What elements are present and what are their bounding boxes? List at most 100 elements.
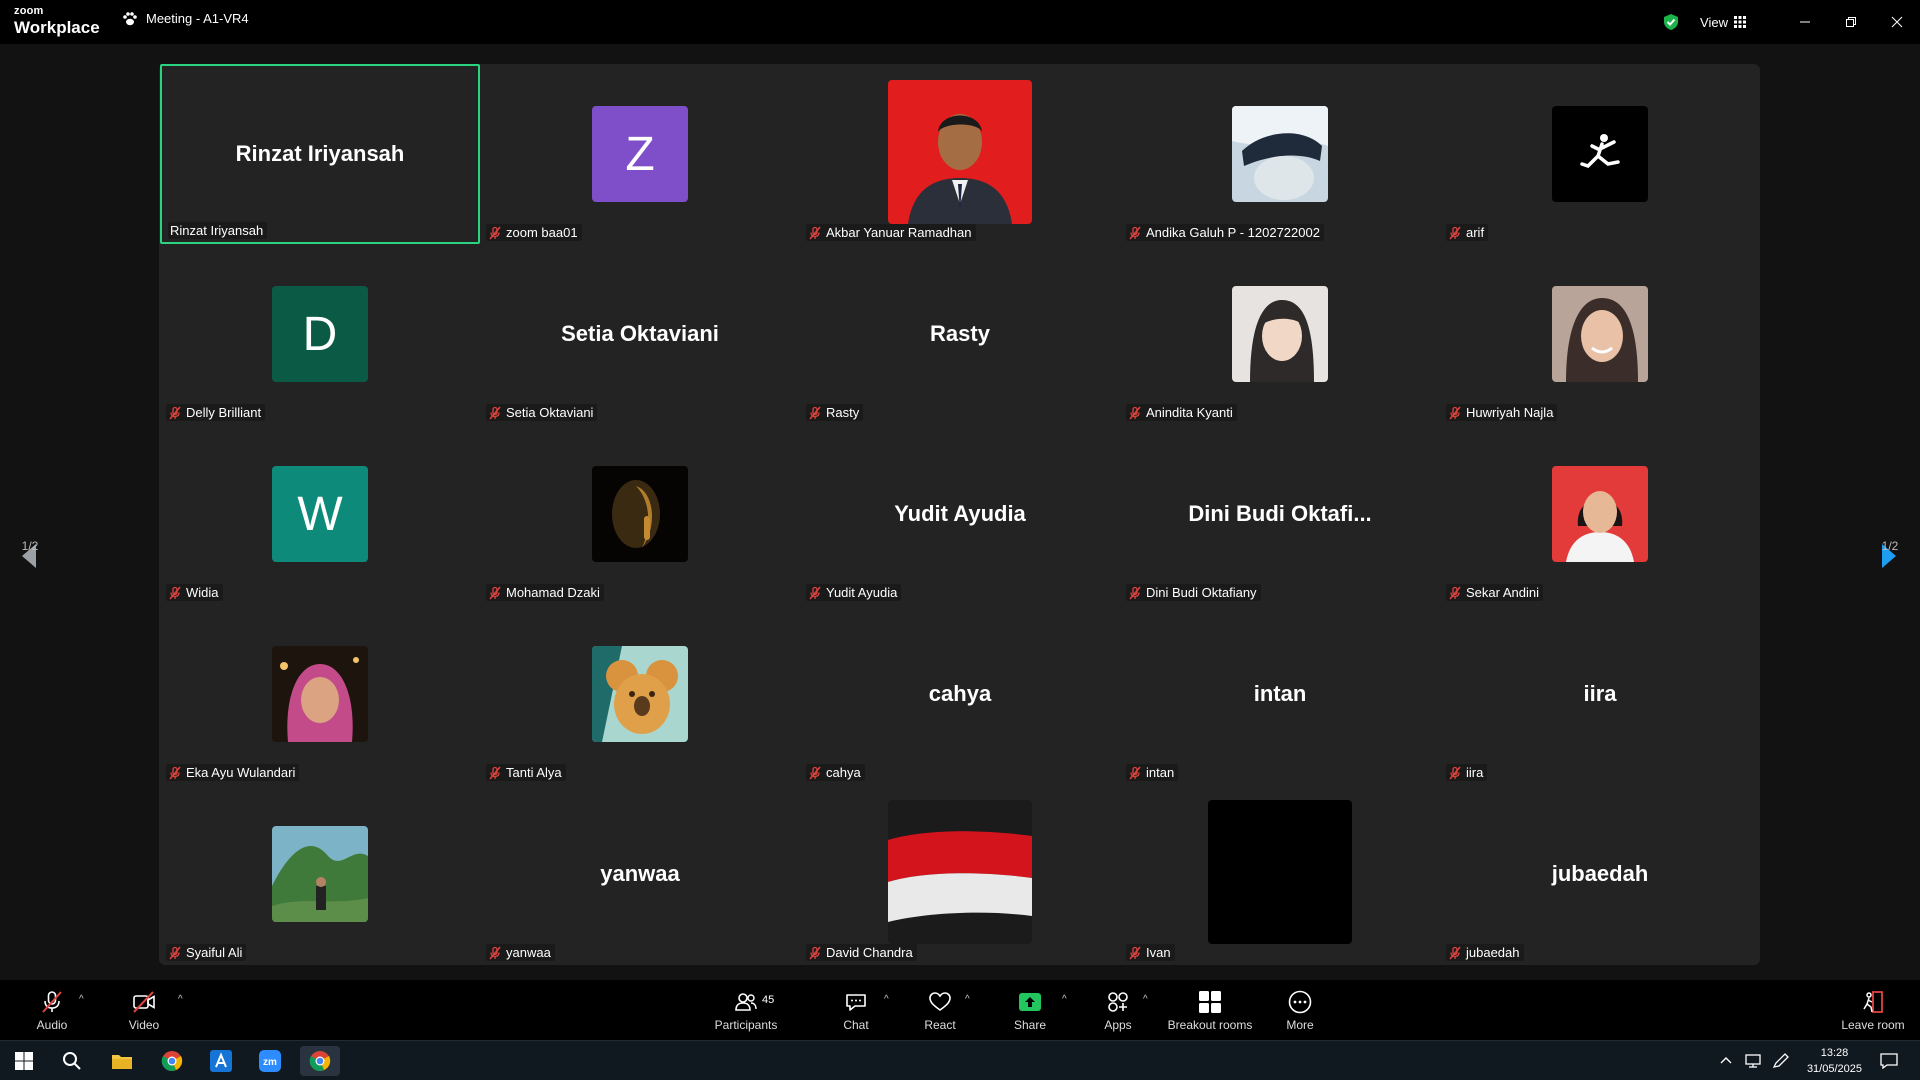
close-button[interactable] (1874, 0, 1920, 44)
participant-display-name: yanwaa (600, 861, 680, 886)
view-button[interactable]: View (1700, 15, 1746, 30)
share-screen-icon (1019, 992, 1041, 1011)
video-options-caret[interactable]: ^ (178, 994, 183, 1005)
chat-options-caret[interactable]: ^ (884, 994, 889, 1005)
participant-tile-ivan[interactable]: Ivan (1120, 784, 1440, 964)
avatar-letter: Z (625, 127, 655, 181)
mic-muted-icon (489, 946, 501, 959)
pen-icon[interactable] (1772, 1053, 1790, 1069)
start-button[interactable] (4, 1046, 44, 1076)
participant-tile-mohamad-dzaki[interactable]: Mohamad Dzaki (480, 424, 800, 604)
react-button[interactable]: React (920, 980, 960, 1040)
participant-name: Delly Brilliant (186, 405, 262, 420)
participant-name-label: intan (1126, 764, 1179, 781)
video-label: Video (128, 1017, 160, 1032)
mic-muted-icon (169, 946, 181, 959)
taskbar-app-blue[interactable] (201, 1046, 241, 1076)
breakout-rooms-button[interactable]: Breakout rooms (1165, 980, 1255, 1040)
network-icon[interactable] (1744, 1053, 1762, 1069)
app-a-icon (210, 1050, 232, 1072)
participant-name-label: Rasty (806, 404, 864, 421)
minimize-button[interactable] (1782, 0, 1828, 44)
search-icon (63, 1052, 81, 1070)
participant-tile-anindita-kyanti[interactable]: Anindita Kyanti (1120, 244, 1440, 424)
participants-button[interactable]: Participants (712, 980, 780, 1040)
brand-bottom: Workplace (14, 18, 100, 37)
participant-tile-arif[interactable]: arif (1440, 64, 1760, 244)
taskbar-chrome-active[interactable] (300, 1046, 340, 1076)
taskbar-file-explorer[interactable] (102, 1046, 142, 1076)
participant-name-label: Yudit Ayudia (806, 584, 902, 601)
apps-button[interactable]: Apps (1098, 980, 1138, 1040)
security-shield-icon[interactable] (1662, 13, 1680, 31)
participant-tile-widia[interactable]: W Widia (160, 424, 480, 604)
video-stage: Rinzat Iriyansah Rinzat Iriyansah Zzoom ba… (0, 44, 1920, 980)
mic-muted-icon (809, 766, 821, 779)
mic-muted-icon (169, 586, 181, 599)
taskbar-zoom[interactable]: zm (250, 1046, 290, 1076)
participant-name-label: Dini Budi Oktafiany (1126, 584, 1261, 601)
leave-room-label: Leave room (1841, 1017, 1905, 1032)
participant-name: iira (1466, 765, 1484, 780)
taskbar-clock[interactable]: 13:28 31/05/2025 (1807, 1045, 1862, 1077)
participant-tile-rasty[interactable]: Rasty Rasty (800, 244, 1120, 424)
participant-tile-jubaedah[interactable]: jubaedah jubaedah (1440, 784, 1760, 964)
participant-tile-sekar-andini[interactable]: Sekar Andini (1440, 424, 1760, 604)
participant-tile-akbar-yanuar-ramadhan[interactable]: Akbar Yanuar Ramadhan (800, 64, 1120, 244)
participant-name-label: Tanti Alya (486, 764, 566, 781)
taskbar-search[interactable] (52, 1046, 92, 1076)
apps-options-caret[interactable]: ^ (1143, 994, 1148, 1005)
participant-tile-intan[interactable]: intan intan (1120, 604, 1440, 784)
participant-name-label: Sekar Andini (1446, 584, 1543, 601)
participant-tile-huwriyah-najla[interactable]: Huwriyah Najla (1440, 244, 1760, 424)
avatar-letter: D (302, 307, 338, 361)
taskbar-chrome[interactable] (152, 1046, 192, 1076)
audio-button[interactable]: Audio (30, 980, 74, 1040)
tray-chevron-icon[interactable] (1720, 1055, 1732, 1065)
participant-name-label: cahya (806, 764, 865, 781)
participant-name-label: Akbar Yanuar Ramadhan (806, 224, 976, 241)
meeting-title[interactable]: Meeting - A1-VR4 (122, 11, 249, 26)
participant-tile-dini-budi-oktafiany[interactable]: Dini Budi Oktafi... Dini Budi Oktafiany (1120, 424, 1440, 604)
react-options-caret[interactable]: ^ (965, 994, 970, 1005)
restore-icon (1846, 17, 1856, 27)
participant-name: Ivan (1146, 945, 1171, 960)
share-button[interactable]: Share (1010, 980, 1050, 1040)
participant-name-label: Setia Oktaviani (486, 404, 598, 421)
page-indicator-right: 1/2 (1881, 539, 1899, 553)
participant-tile-eka-ayu-wulandari[interactable]: Eka Ayu Wulandari (160, 604, 480, 784)
participant-tile-yudit-ayudia[interactable]: Yudit Ayudia Yudit Ayudia (800, 424, 1120, 604)
participant-tile-setia-oktaviani[interactable]: Setia Oktaviani Setia Oktaviani (480, 244, 800, 424)
participant-tile-delly-brilliant[interactable]: D Delly Brilliant (160, 244, 480, 424)
participant-display-name: intan (1253, 681, 1307, 706)
participant-name-label: Andika Galuh P - 1202722002 (1126, 224, 1324, 241)
participant-name: Syaiful Ali (186, 945, 243, 960)
restore-button[interactable] (1828, 0, 1874, 44)
participant-tile-rinzat-iriyansah[interactable]: Rinzat Iriyansah Rinzat Iriyansah (160, 64, 480, 244)
mic-muted-icon (809, 406, 821, 419)
mic-muted-icon (809, 226, 821, 239)
participant-tile-david-chandra[interactable]: David Chandra (800, 784, 1120, 964)
audio-options-caret[interactable]: ^ (79, 994, 84, 1005)
video-button[interactable]: Video (122, 980, 166, 1040)
avatar-photo (272, 646, 368, 742)
participant-tile-andika-galuh-p-1202722002[interactable]: Andika Galuh P - 1202722002 (1120, 64, 1440, 244)
mic-muted-icon (1129, 766, 1141, 779)
participant-tile-zoom-baa01[interactable]: Zzoom baa01 (480, 64, 800, 244)
participant-display-name: cahya (928, 681, 992, 706)
share-options-caret[interactable]: ^ (1062, 994, 1067, 1005)
participant-display-name: Dini Budi Oktafi... (1188, 501, 1372, 526)
avatar-letter: W (297, 487, 343, 541)
more-button[interactable]: More (1280, 980, 1320, 1040)
leave-room-button[interactable]: Leave room (1836, 980, 1910, 1040)
chat-button[interactable]: Chat (836, 980, 876, 1040)
participant-tile-yanwaa[interactable]: yanwaa yanwaa (480, 784, 800, 964)
avatar-photo (1552, 106, 1648, 202)
mic-muted-icon (1129, 406, 1141, 419)
notifications-icon[interactable] (1880, 1053, 1898, 1069)
participant-tile-iira[interactable]: iira iira (1440, 604, 1760, 784)
participant-tile-tanti-alya[interactable]: Tanti Alya (480, 604, 800, 784)
zoom-app-icon: zm (259, 1050, 281, 1072)
participant-tile-cahya[interactable]: cahya cahya (800, 604, 1120, 784)
participant-tile-syaiful-ali[interactable]: Syaiful Ali (160, 784, 480, 964)
